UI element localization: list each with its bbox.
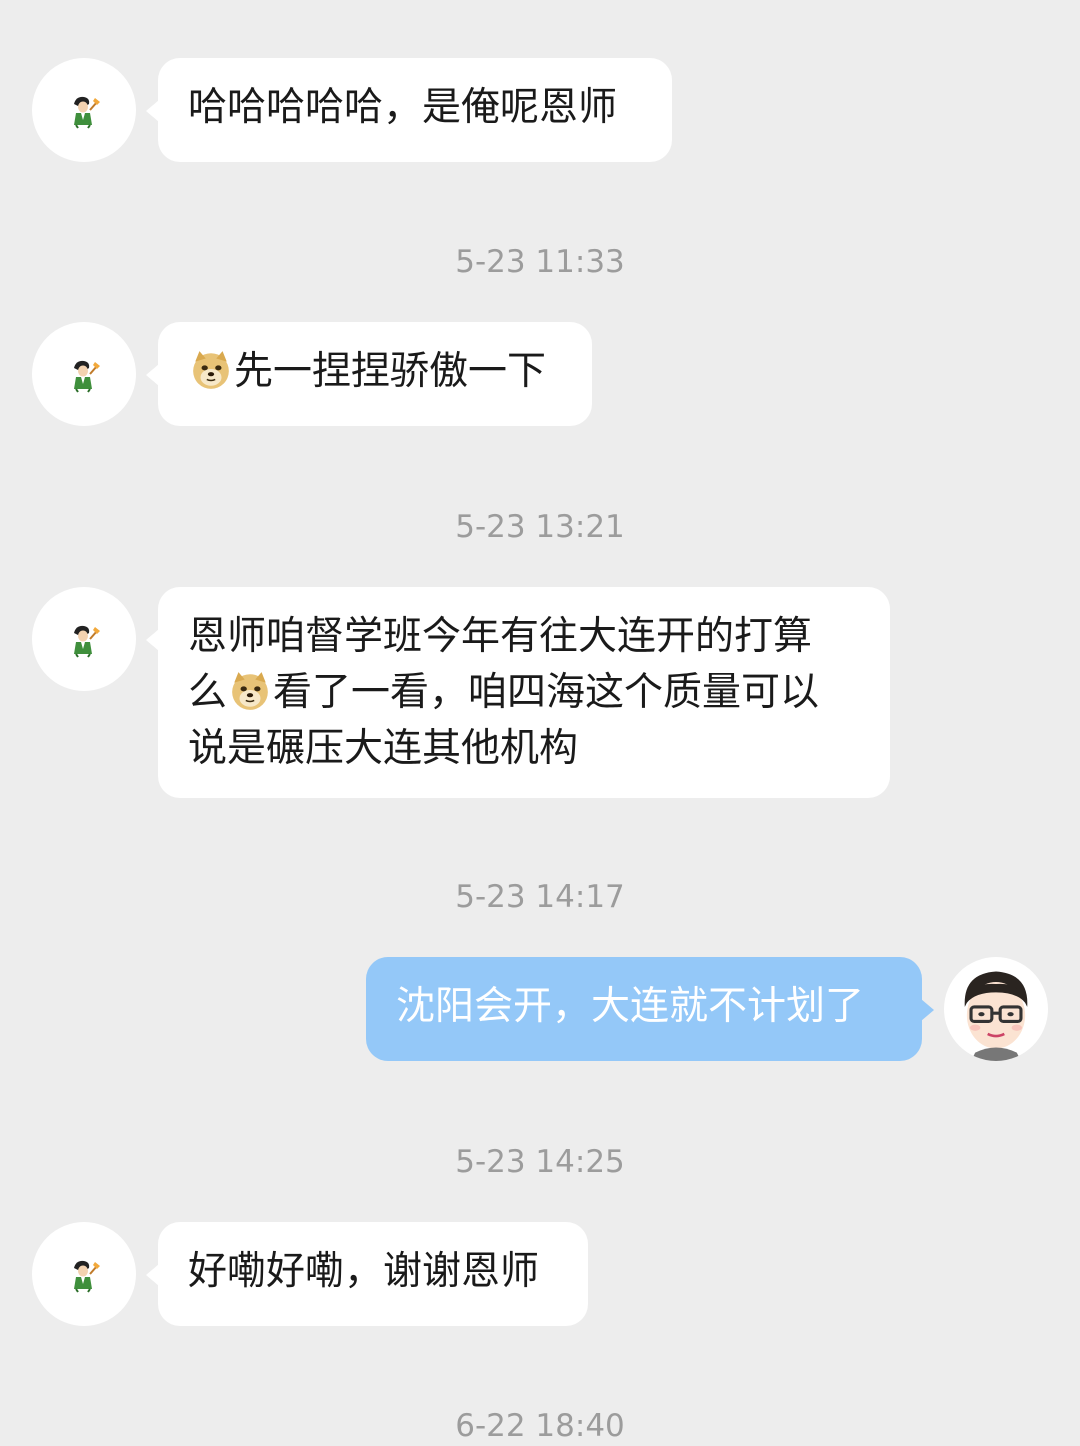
man-with-glasses-avatar-icon	[944, 957, 1048, 1061]
contact-avatar[interactable]	[32, 58, 136, 162]
message-bubble-incoming[interactable]: 好嘞好嘞，谢谢恩师	[146, 1222, 588, 1326]
message-text: 沈阳会开，大连就不计划了	[396, 984, 865, 1029]
message-bubble-outgoing[interactable]: 沈阳会开，大连就不计划了	[366, 957, 934, 1061]
message-text-line: 说是碾压大连其他机构	[188, 726, 579, 771]
message-timestamp: 5-23 13:21	[455, 509, 625, 545]
message-bubble-incoming[interactable]: 哈哈哈哈哈，是俺呢恩师	[146, 58, 672, 162]
message-timestamp: 5-23 14:25	[455, 1144, 625, 1180]
contact-avatar[interactable]	[32, 587, 136, 691]
contact-avatar[interactable]	[32, 322, 136, 426]
message-text-line: 么看了一看，咱四海这个质量可以	[188, 665, 860, 721]
doge-emoji-icon	[190, 349, 232, 391]
message-bubble-incoming[interactable]: 恩师咱督学班今年有往大连开的打算 么看了一看，咱四海这个质量可以 说是碾压大连其…	[146, 587, 890, 798]
message-timestamp: 6-22 18:40	[455, 1408, 625, 1444]
cartoon-person-avatar-icon	[64, 619, 104, 659]
contact-avatar[interactable]	[32, 1222, 136, 1326]
message-text-prefix: 么	[188, 670, 228, 715]
message-timestamp: 5-23 11:33	[455, 244, 625, 280]
message-text-line: 恩师咱督学班今年有往大连开的打算	[188, 614, 813, 659]
message-timestamp: 5-23 14:17	[455, 879, 625, 915]
chat-area[interactable]: 哈哈哈哈哈，是俺呢恩师 5-23 11:33 先一捏捏骄傲一下 5-23 13:…	[0, 0, 1080, 1444]
message-bubble-incoming[interactable]: 先一捏捏骄傲一下	[146, 322, 592, 426]
cartoon-person-avatar-icon	[64, 1254, 104, 1294]
message-text: 先一捏捏骄傲一下	[234, 349, 547, 394]
message-text: 看了一看，咱四海这个质量可以	[273, 670, 820, 715]
message-text: 好嘞好嘞，谢谢恩师	[188, 1249, 540, 1294]
cartoon-person-avatar-icon	[64, 90, 104, 130]
cartoon-person-avatar-icon	[64, 354, 104, 394]
doge-emoji-icon	[229, 670, 271, 712]
my-avatar[interactable]	[944, 957, 1048, 1061]
message-text: 哈哈哈哈哈，是俺呢恩师	[188, 85, 618, 130]
